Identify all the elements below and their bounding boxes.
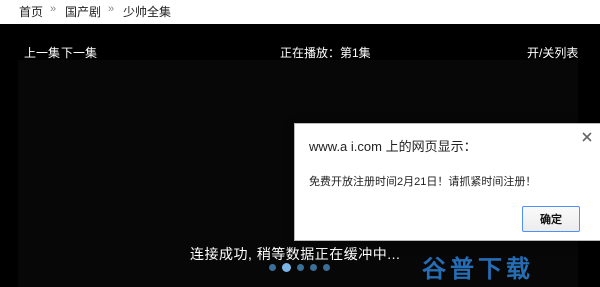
now-playing-label: 正在播放：第1集 xyxy=(280,46,371,60)
watermark-logo: 谷普下载 xyxy=(422,255,534,283)
close-icon[interactable] xyxy=(579,129,595,145)
breadcrumb-current[interactable]: 少帅全集 xyxy=(123,3,171,20)
ok-button[interactable]: 确定 xyxy=(522,206,580,232)
dialog-title: www.a i.com 上的网页显示： xyxy=(309,139,477,154)
breadcrumb: 首页 » 国产剧 » 少帅全集 xyxy=(0,0,600,24)
breadcrumb-separator: » xyxy=(108,3,115,15)
breadcrumb-category-link[interactable]: 国产剧 xyxy=(65,3,101,20)
watermark-text: 谷普下载 xyxy=(422,255,534,283)
breadcrumb-separator: » xyxy=(50,3,57,15)
breadcrumb-home-link[interactable]: 首页 xyxy=(19,3,43,20)
playlist-toggle-button[interactable]: 开/关列表 xyxy=(527,44,578,61)
buffering-status: 连接成功, 稍等数据正在缓冲中... xyxy=(190,246,401,262)
dialog-message: 免费开放注册时间2月21日！请抓紧时间注册！ xyxy=(309,176,537,188)
loading-dot xyxy=(297,264,304,271)
prev-episode-button[interactable]: 上一集 xyxy=(24,44,60,61)
loading-dot xyxy=(323,264,330,271)
loading-dot-active xyxy=(282,263,291,272)
next-episode-button[interactable]: 下一集 xyxy=(61,44,97,61)
loading-dot xyxy=(269,264,276,271)
loading-dot xyxy=(310,264,317,271)
alert-dialog: www.a i.com 上的网页显示： 免费开放注册时间2月21日！请抓紧时间注… xyxy=(294,123,600,241)
